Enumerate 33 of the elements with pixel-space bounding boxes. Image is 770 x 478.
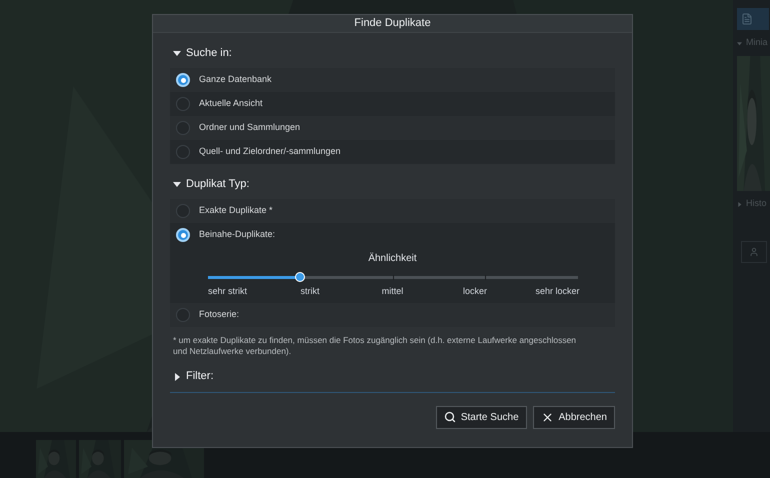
radio-button[interactable]: [176, 121, 190, 135]
option-label[interactable]: Exakte Duplikate *: [199, 204, 273, 218]
option-label[interactable]: Fotoserie:: [199, 308, 240, 322]
section-title[interactable]: Suche in:: [186, 44, 232, 62]
search-icon: [444, 411, 456, 423]
dialog-title: Finde Duplikate: [354, 16, 431, 32]
radio-button[interactable]: [176, 204, 190, 218]
slider-stop-label: mittel: [380, 285, 404, 298]
footnote: * um exakte Duplikate zu finden, müssen die Fotos zugänglich sein (d.h. externe Laufwerke angeschlossen und Netzlaufwerke verbunden).: [172, 334, 578, 356]
slider-title: Ähnlichkeit: [368, 252, 417, 266]
cancel-button[interactable]: Abbrechen: [532, 406, 615, 428]
section-title[interactable]: Filter:: [186, 368, 214, 385]
start-search-button[interactable]: Starte Suche: [436, 406, 527, 428]
caret-right-icon: [173, 372, 181, 380]
slider-stop-label: strikt: [300, 285, 320, 298]
section-title[interactable]: Duplikat Typ:: [186, 176, 250, 192]
caret-down-icon: [173, 180, 181, 188]
option-label[interactable]: Quell- und Zielordner/-sammlungen: [199, 145, 341, 159]
option-label[interactable]: Ganze Datenbank: [199, 73, 272, 87]
slider-stop-label: sehr strikt: [206, 285, 248, 298]
slider-stop-label: sehr locker: [534, 285, 580, 298]
radio-button[interactable]: [176, 97, 190, 111]
person-icon[interactable]: [741, 241, 767, 263]
radio-button[interactable]: [176, 145, 190, 159]
radio-button[interactable]: [176, 308, 190, 322]
option-label[interactable]: Beinahe-Duplikate:: [199, 228, 276, 242]
option-label[interactable]: Ordner und Sammlungen: [199, 121, 300, 135]
slider-thumb[interactable]: [295, 272, 305, 282]
option-label[interactable]: Aktuelle Ansicht: [199, 97, 263, 111]
caret-down-icon: [173, 49, 181, 57]
close-icon: [540, 410, 554, 424]
slider-stop-label: locker: [462, 285, 488, 298]
document-icon[interactable]: [737, 8, 769, 30]
